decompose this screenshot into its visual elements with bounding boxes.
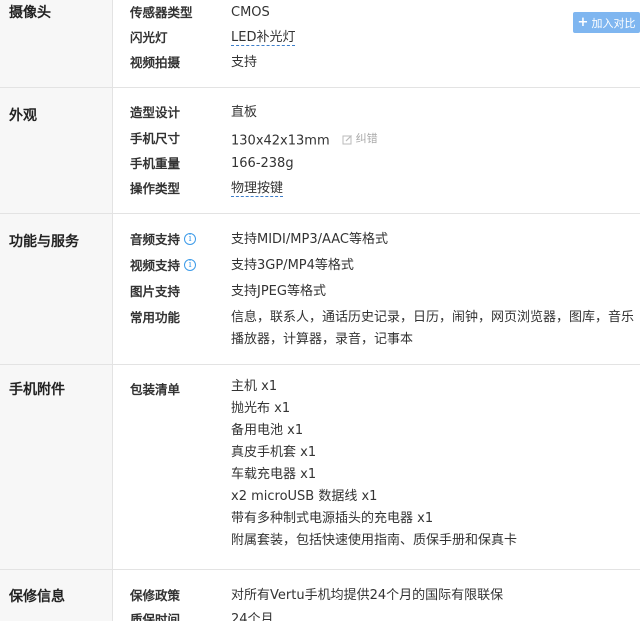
package-item: x2 microUSB 数据线 x1 (231, 489, 378, 504)
section-warranty: 保修信息 保修政策 对所有Vertu手机均提供24个月的国际有限联保 质保时间 … (0, 570, 640, 621)
param-value: 166-238g (231, 156, 294, 171)
section-features: 功能与服务 音频支持 i 支持MIDI/MP3/AAC等格式 视频支持 i 支持3G… (0, 214, 640, 365)
param-label: 包装清单 (130, 382, 181, 397)
spec-row: 造型设计 直板 (113, 102, 640, 128)
spec-row: 闪光灯 LED补光灯 (113, 27, 640, 52)
param-label: 图片支持 (130, 284, 181, 299)
spec-row: 质保时间 24个月 (113, 609, 640, 621)
param-label: 常用功能 (130, 310, 181, 325)
param-label: 造型设计 (130, 105, 181, 120)
spec-row: 视频拍摄 支持 (113, 52, 640, 77)
package-item: 真皮手机套 x1 (231, 445, 317, 460)
correct-link[interactable]: 纠错 (342, 128, 378, 150)
param-value: 支持 (231, 55, 258, 70)
param-value: 直板 (231, 105, 258, 120)
spec-row: 图片支持 支持JPEG等格式 (113, 281, 640, 307)
spec-row: 包装清单 主机 x1 抛光布 x1 备用电池 x1 真皮手机套 x1 车载充电器… (113, 376, 640, 552)
section-body: 传感器类型 CMOS 闪光灯 LED补光灯 视频拍摄 支持 (113, 0, 640, 87)
param-label: 手机尺寸 (130, 131, 181, 146)
section-body: 保修政策 对所有Vertu手机均提供24个月的国际有限联保 质保时间 24个月 (113, 570, 640, 621)
param-value: 支持JPEG等格式 (231, 284, 326, 299)
operation-type-link[interactable]: 物理按键 (231, 181, 284, 197)
spec-row: 保修政策 对所有Vertu手机均提供24个月的国际有限联保 (113, 585, 640, 609)
section-body: 包装清单 主机 x1 抛光布 x1 备用电池 x1 真皮手机套 x1 车载充电器… (113, 365, 640, 569)
param-value: 支持3GP/MP4等格式 (231, 258, 354, 273)
param-value: 信息，联系人，通话历史记录，日历，闹钟，网页浏览器，图库，音乐 播放器，计算器，… (231, 310, 635, 347)
param-label: 手机重量 (130, 156, 181, 171)
param-label: 保修政策 (130, 588, 181, 603)
flash-link[interactable]: LED补光灯 (231, 30, 296, 46)
spec-row: 传感器类型 CMOS (113, 2, 640, 27)
section-title: 摄像头 (0, 0, 113, 87)
param-label: 闪光灯 (130, 30, 168, 45)
section-body: 音频支持 i 支持MIDI/MP3/AAC等格式 视频支持 i 支持3GP/MP4等… (113, 214, 640, 364)
package-item: 带有多种制式电源插头的充电器 x1 (231, 511, 434, 526)
spec-row: 常用功能 信息，联系人，通话历史记录，日历，闹钟，网页浏览器，图库，音乐 播放器… (113, 307, 640, 351)
info-icon[interactable]: i (184, 259, 197, 271)
spec-row: 手机重量 166-238g (113, 153, 640, 178)
spec-table: 摄像头 传感器类型 CMOS 闪光灯 LED补光灯 视频拍摄 支持 外观 造型设… (0, 0, 640, 621)
section-title: 手机附件 (0, 365, 113, 569)
param-value: 物理按键 (231, 178, 640, 203)
param-value: 130x42x13mm 纠错 (231, 128, 640, 153)
section-title: 保修信息 (0, 570, 113, 621)
section-camera: 摄像头 传感器类型 CMOS 闪光灯 LED补光灯 视频拍摄 支持 (0, 0, 640, 88)
plus-icon: + (577, 15, 589, 30)
section-title: 外观 (0, 88, 113, 213)
section-body: 造型设计 直板 手机尺寸 130x42x13mm 纠错 手机重量 166-238g… (113, 88, 640, 213)
param-value: 24个月 (231, 612, 274, 621)
spec-row: 手机尺寸 130x42x13mm 纠错 (113, 128, 640, 153)
param-value: 支持MIDI/MP3/AAC等格式 (231, 232, 388, 247)
spec-row: 操作类型 物理按键 (113, 178, 640, 203)
package-item: 车载充电器 x1 (231, 467, 317, 482)
section-accessories: 手机附件 包装清单 主机 x1 抛光布 x1 备用电池 x1 真皮手机套 x1 … (0, 365, 640, 570)
param-value: 对所有Vertu手机均提供24个月的国际有限联保 (231, 588, 504, 603)
edit-icon (342, 134, 352, 144)
package-item: 附属套装，包括快速使用指南、质保手册和保真卡 (231, 533, 518, 548)
spec-row: 视频支持 i 支持3GP/MP4等格式 (113, 255, 640, 281)
package-item: 主机 x1 (231, 379, 278, 394)
spec-row: 音频支持 i 支持MIDI/MP3/AAC等格式 (113, 229, 640, 255)
param-label: 视频拍摄 (130, 55, 181, 70)
package-item: 备用电池 x1 (231, 423, 304, 438)
param-label: 质保时间 (130, 612, 181, 621)
param-label: 操作类型 (130, 181, 181, 196)
section-title: 功能与服务 (0, 214, 113, 364)
add-to-compare-button[interactable]: + 加入对比 (573, 12, 640, 33)
info-icon[interactable]: i (184, 233, 197, 245)
param-label: 视频支持 i (113, 255, 231, 281)
param-label: 音频支持 i (113, 229, 231, 255)
package-item: 抛光布 x1 (231, 401, 291, 416)
param-label: 传感器类型 (130, 5, 193, 20)
param-value: 主机 x1 抛光布 x1 备用电池 x1 真皮手机套 x1 车载充电器 x1 x… (231, 376, 640, 552)
section-appearance: 外观 造型设计 直板 手机尺寸 130x42x13mm 纠错 手机重量 166-2… (0, 88, 640, 214)
